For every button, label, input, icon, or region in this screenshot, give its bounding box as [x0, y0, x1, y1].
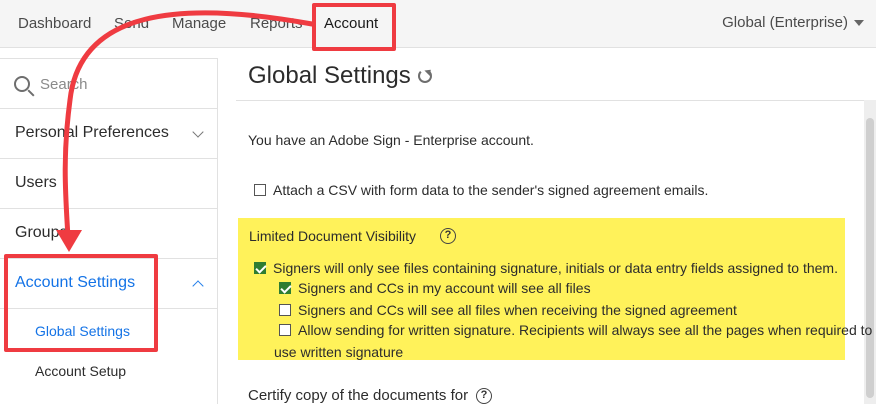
- ldv-option-3-label: Allow sending for written signature. Rec…: [298, 322, 873, 338]
- sidebar-subitem-account-setup[interactable]: Account Setup: [35, 363, 126, 379]
- chevron-down-icon: [192, 126, 204, 138]
- chevron-up-icon: [192, 280, 204, 292]
- nav-send[interactable]: Send: [114, 15, 149, 32]
- account-switcher-label: Global (Enterprise): [722, 14, 848, 31]
- caret-down-icon: [854, 20, 864, 27]
- ldv-heading: Limited Document Visibility: [249, 228, 417, 244]
- sidebar: Search Personal Preferences Users Groups…: [0, 58, 218, 404]
- sidebar-search[interactable]: Search: [0, 59, 218, 109]
- sidebar-item-label: Personal Preferences: [15, 124, 169, 141]
- nav-manage[interactable]: Manage: [172, 15, 226, 32]
- refresh-icon[interactable]: [418, 69, 432, 83]
- sidebar-item-groups[interactable]: Groups: [0, 209, 218, 259]
- sidebar-item-users[interactable]: Users: [0, 159, 218, 209]
- nav-dashboard[interactable]: Dashboard: [18, 15, 91, 32]
- ldv-option-1-checkbox[interactable]: [279, 282, 291, 294]
- ldv-option-2-checkbox[interactable]: [279, 304, 291, 316]
- attach-csv-label: Attach a CSV with form data to the sende…: [273, 182, 709, 198]
- nav-reports[interactable]: Reports: [250, 15, 303, 32]
- account-switcher[interactable]: Global (Enterprise): [722, 14, 864, 31]
- search-icon: [14, 76, 30, 92]
- top-navigation: Dashboard Send Manage Reports Account Gl…: [0, 0, 876, 48]
- annotation-box-account-settings: [4, 254, 158, 352]
- page-title: Global Settings: [248, 62, 411, 89]
- ldv-option-2-label: Signers and CCs will see all files when …: [298, 302, 737, 318]
- ldv-main-checkbox[interactable]: [254, 262, 266, 274]
- ldv-option-1-label: Signers and CCs in my account will see a…: [298, 280, 591, 296]
- attach-csv-checkbox[interactable]: [254, 184, 266, 196]
- ldv-option-3-checkbox[interactable]: [279, 324, 291, 336]
- scrollbar-thumb[interactable]: [866, 118, 874, 398]
- account-type-text: You have an Adobe Sign - Enterprise acco…: [248, 132, 534, 148]
- ldv-option-3-label-cont: use written signature: [274, 344, 404, 360]
- search-input[interactable]: Search: [40, 76, 88, 93]
- ldv-main-label: Signers will only see files containing s…: [273, 260, 838, 276]
- sidebar-item-label: Users: [15, 174, 57, 191]
- sidebar-item-label: Groups: [15, 224, 68, 241]
- annotation-box-account: [312, 3, 396, 51]
- sidebar-item-personal-preferences[interactable]: Personal Preferences: [0, 109, 218, 159]
- help-icon[interactable]: ?: [440, 228, 456, 244]
- certify-heading: Certify copy of the documents for: [248, 387, 469, 404]
- help-icon[interactable]: ?: [476, 388, 492, 404]
